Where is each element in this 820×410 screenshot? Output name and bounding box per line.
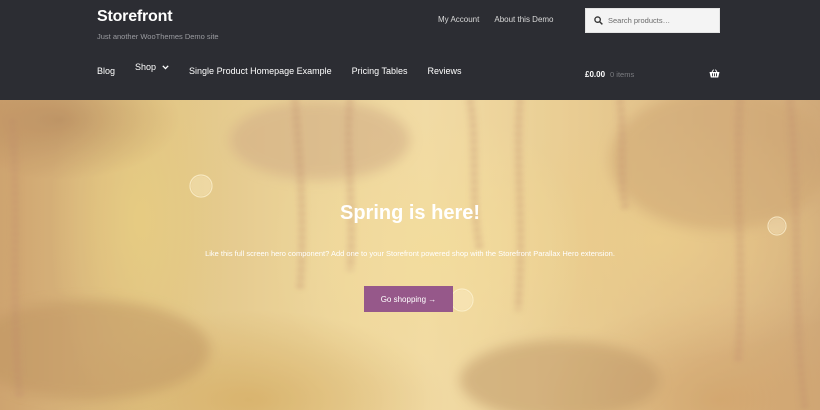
nav-item-shop[interactable]: Shop — [135, 62, 169, 72]
header-cart[interactable]: £0.00 0 items — [585, 69, 720, 79]
product-search[interactable] — [585, 8, 720, 33]
site-tagline: Just another WooThemes Demo site — [97, 32, 219, 41]
go-shopping-button[interactable]: Go shopping → — [364, 286, 453, 312]
nav-item-blog[interactable]: Blog — [97, 66, 115, 76]
hero-section: Spring is here! Like this full screen he… — [0, 100, 820, 410]
nav-item-label: Single Product Homepage Example — [189, 66, 332, 76]
basket-icon — [709, 69, 720, 78]
nav-item-label: Shop — [135, 62, 157, 72]
nav-item-label: Pricing Tables — [351, 66, 408, 76]
nav-item-label: Reviews — [427, 66, 462, 76]
hero-heading: Spring is here! — [339, 202, 481, 224]
nav-item-label: Blog — [97, 66, 116, 76]
site-header: Storefront Just another WooThemes Demo s… — [0, 0, 820, 100]
cart-amount: £0.00 — [585, 70, 606, 79]
hero-description: Like this full screen hero component? Ad… — [205, 249, 615, 258]
nav-item-single-product[interactable]: Single Product Homepage Example — [189, 66, 332, 76]
search-icon — [594, 16, 603, 25]
cart-item-count: 0 items — [610, 70, 635, 79]
nav-item-pricing-tables[interactable]: Pricing Tables — [352, 66, 408, 76]
secondary-navigation: My Account About this Demo — [438, 15, 554, 24]
search-input[interactable] — [608, 16, 708, 25]
nav-item-reviews[interactable]: Reviews — [428, 66, 462, 76]
primary-navigation: Blog Shop Single Product Homepage Exampl… — [97, 62, 482, 76]
about-demo-link[interactable]: About this Demo — [494, 15, 553, 24]
hero-content: Spring is here! Like this full screen he… — [0, 100, 820, 410]
chevron-down-icon — [162, 64, 169, 70]
my-account-link[interactable]: My Account — [438, 15, 479, 24]
site-title[interactable]: Storefront — [97, 8, 173, 26]
